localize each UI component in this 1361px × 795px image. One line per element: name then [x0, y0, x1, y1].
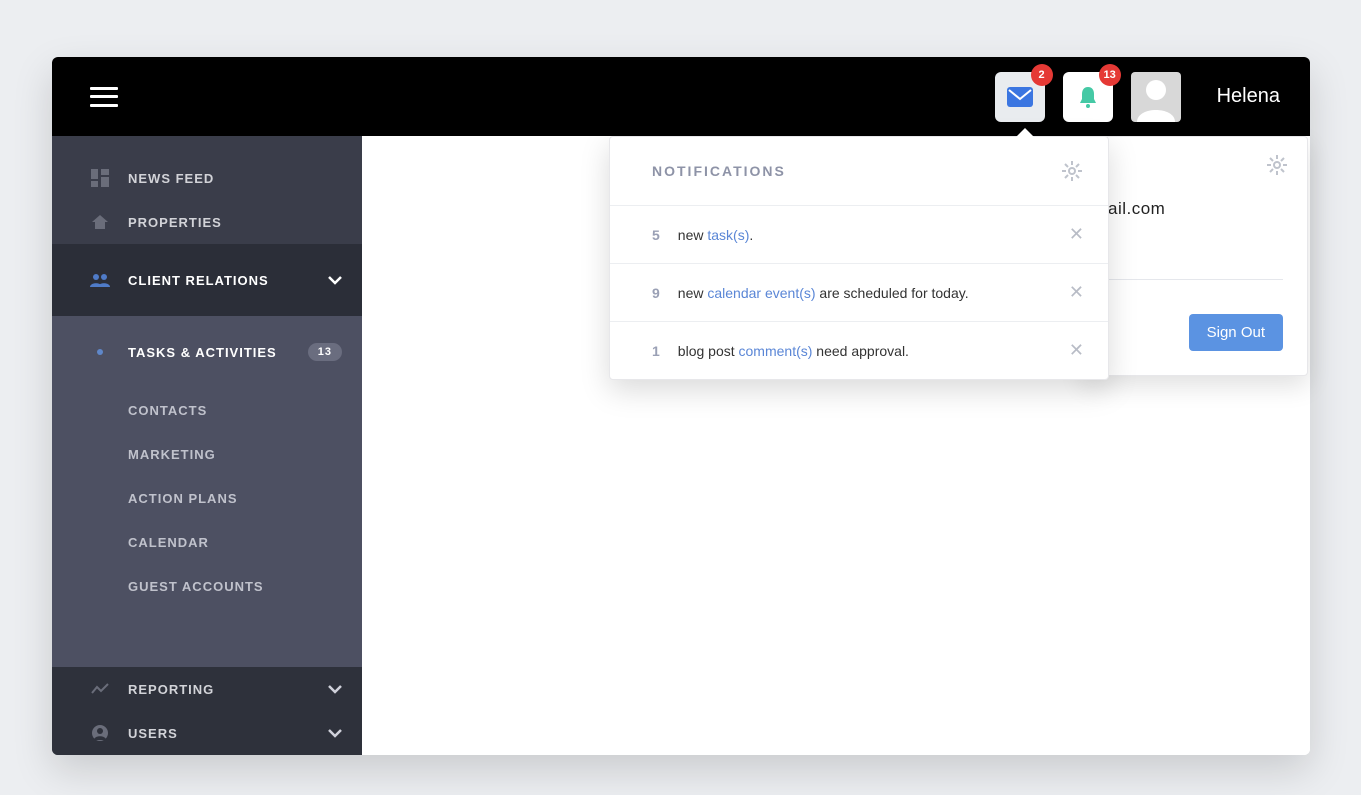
notification-link[interactable]: comment(s)	[739, 343, 813, 359]
divider	[1108, 279, 1283, 280]
notification-count: 1	[652, 343, 660, 359]
close-icon[interactable]: ✕	[1069, 224, 1084, 245]
sidebar-item-calendar[interactable]: CALENDAR	[52, 520, 362, 564]
gear-icon[interactable]	[1062, 161, 1082, 181]
topbar-right: 2 13 Helena	[995, 72, 1280, 122]
notification-link[interactable]: calendar event(s)	[707, 285, 815, 301]
notifications-header: NOTIFICATIONS	[610, 137, 1108, 206]
avatar-button[interactable]	[1131, 72, 1181, 122]
notification-text: new task(s).	[678, 227, 753, 243]
sidebar-item-reporting[interactable]: REPORTING	[52, 667, 362, 711]
dashboard-icon	[88, 169, 112, 187]
sidebar-item-label: REPORTING	[128, 682, 328, 697]
profile-popup: ail.com Sign Out	[1083, 136, 1308, 376]
sidebar-item-properties[interactable]: PROPERTIES	[52, 200, 362, 244]
close-icon[interactable]: ✕	[1069, 282, 1084, 303]
mail-badge: 2	[1031, 64, 1053, 86]
chevron-down-icon	[328, 685, 342, 694]
notification-row: 1 blog post comment(s) need approval. ✕	[610, 322, 1108, 379]
dot-icon	[88, 349, 112, 355]
sidebar-item-news-feed[interactable]: NEWS FEED	[52, 156, 362, 200]
sidebar-item-label: TASKS & ACTIVITIES	[128, 345, 298, 360]
chevron-down-icon	[328, 729, 342, 738]
sidebar-item-label: GUEST ACCOUNTS	[128, 579, 264, 594]
bell-icon	[1077, 85, 1099, 109]
tasks-badge: 13	[308, 343, 342, 361]
notification-count: 9	[652, 285, 660, 301]
menu-icon[interactable]	[90, 87, 118, 107]
sidebar-item-label: CLIENT RELATIONS	[128, 273, 328, 288]
bell-button[interactable]: 13	[1063, 72, 1113, 122]
sidebar-item-contacts[interactable]: CONTACTS	[52, 388, 362, 432]
home-icon	[88, 213, 112, 231]
sidebar-section-bottom: REPORTING USERS	[52, 667, 362, 755]
notifications-popup: NOTIFICATIONS 5 new task(s). ✕ 9 new cal…	[609, 136, 1109, 380]
notification-row: 9 new calendar event(s) are scheduled fo…	[610, 264, 1108, 322]
sidebar-item-label: ACTION PLANS	[128, 491, 238, 506]
sidebar-item-label: PROPERTIES	[128, 215, 342, 230]
sidebar-item-client-relations[interactable]: CLIENT RELATIONS	[52, 244, 362, 316]
notification-text: new calendar event(s) are scheduled for …	[678, 285, 969, 301]
notifications-title: NOTIFICATIONS	[652, 163, 786, 179]
bell-badge: 13	[1099, 64, 1121, 86]
close-icon[interactable]: ✕	[1069, 340, 1084, 361]
sidebar-section-sub: TASKS & ACTIVITIES 13 CONTACTS MARKETING…	[52, 316, 362, 667]
topbar: 2 13 Helena	[52, 57, 1310, 136]
sidebar-item-label: MARKETING	[128, 447, 216, 462]
notification-text: blog post comment(s) need approval.	[678, 343, 909, 359]
username-label[interactable]: Helena	[1217, 85, 1280, 108]
sidebar-item-label: NEWS FEED	[128, 171, 342, 186]
gear-icon[interactable]	[1267, 155, 1287, 175]
notification-link[interactable]: task(s)	[707, 227, 749, 243]
avatar-icon	[1131, 72, 1181, 122]
chevron-down-icon	[328, 276, 342, 285]
people-icon	[88, 273, 112, 287]
chart-icon	[88, 683, 112, 695]
mail-icon	[1007, 87, 1033, 107]
sidebar-item-guest-accounts[interactable]: GUEST ACCOUNTS	[52, 564, 362, 608]
sidebar-item-label: CALENDAR	[128, 535, 209, 550]
profile-email: ail.com	[1108, 199, 1283, 219]
notification-row: 5 new task(s). ✕	[610, 206, 1108, 264]
user-circle-icon	[88, 724, 112, 742]
mail-button[interactable]: 2	[995, 72, 1045, 122]
sidebar-item-marketing[interactable]: MARKETING	[52, 432, 362, 476]
sidebar-item-action-plans[interactable]: ACTION PLANS	[52, 476, 362, 520]
sidebar-item-tasks[interactable]: TASKS & ACTIVITIES 13	[52, 316, 362, 388]
sidebar-item-label: CONTACTS	[128, 403, 207, 418]
sign-out-button[interactable]: Sign Out	[1189, 314, 1283, 351]
sidebar: NEWS FEED PROPERTIES CLIENT RELATIONS TA…	[52, 136, 362, 755]
sidebar-item-label: USERS	[128, 726, 328, 741]
notification-count: 5	[652, 227, 660, 243]
sidebar-section-client: CLIENT RELATIONS	[52, 244, 362, 316]
sidebar-item-users[interactable]: USERS	[52, 711, 362, 755]
sidebar-section-top: NEWS FEED PROPERTIES	[52, 136, 362, 244]
